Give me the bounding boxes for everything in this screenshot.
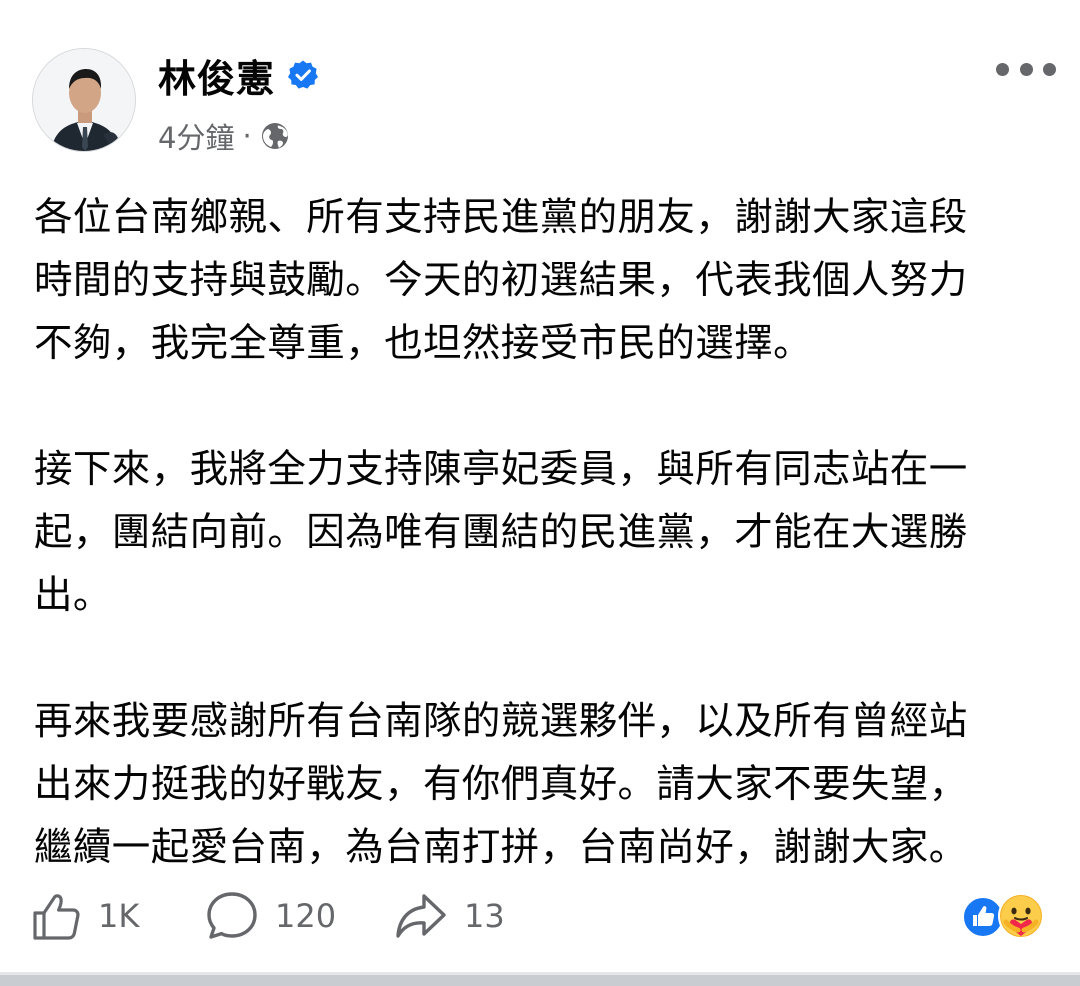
comment-button[interactable]: 120	[205, 886, 336, 946]
comment-icon	[207, 892, 257, 939]
feed-divider	[0, 975, 1080, 986]
more-options-button[interactable]	[996, 52, 1056, 86]
verified-badge-icon	[287, 59, 319, 91]
post-paragraph-1: 各位台南鄉親、所有支持民進黨的朋友，謝謝大家這段 時間的支持與鼓勵。今天的初選結…	[34, 195, 968, 366]
share-count: 13	[464, 897, 505, 935]
thumbs-up-icon	[33, 894, 80, 940]
reaction-summary[interactable]	[962, 890, 1052, 942]
post-paragraph-2: 接下來，我將全力支持陳亭妃委員，與所有同志站在一 起，團結向前。因為唯有團結的民…	[34, 447, 968, 618]
like-button[interactable]: 1K	[30, 886, 139, 946]
more-dot	[1019, 62, 1033, 76]
author-avatar[interactable]	[32, 48, 136, 152]
more-dot	[996, 62, 1009, 76]
more-dot	[1043, 62, 1056, 76]
avatar-portrait-icon	[33, 49, 135, 151]
author-row: 林俊憲	[158, 48, 319, 103]
author-name[interactable]: 林俊憲	[158, 48, 275, 103]
post-paragraph-3: 再來我要感謝所有台南隊的競選夥伴，以及所有曾經站 出來力挺我的好戰友，有你們真好…	[34, 699, 968, 870]
share-button[interactable]: 13	[394, 886, 505, 946]
share-icon	[396, 894, 446, 938]
post-actions: 1K 120 13	[30, 886, 1050, 946]
post-meta: 4分鐘 ·	[158, 116, 290, 156]
care-icon	[998, 893, 1044, 939]
post-body: 各位台南鄉親、所有支持民進黨的朋友，謝謝大家這段 時間的支持與鼓勵。今天的初選結…	[34, 186, 1054, 879]
post-timestamp[interactable]: 4分鐘	[158, 115, 234, 157]
like-count: 1K	[98, 897, 140, 935]
globe-icon[interactable]	[260, 121, 290, 151]
facebook-post: 林俊憲 4分鐘 · 各位台南鄉親、所有支持民進黨的朋友，謝謝大家這段 時間的支持…	[0, 0, 1080, 975]
comment-count: 120	[275, 897, 337, 935]
meta-separator: ·	[242, 119, 252, 153]
